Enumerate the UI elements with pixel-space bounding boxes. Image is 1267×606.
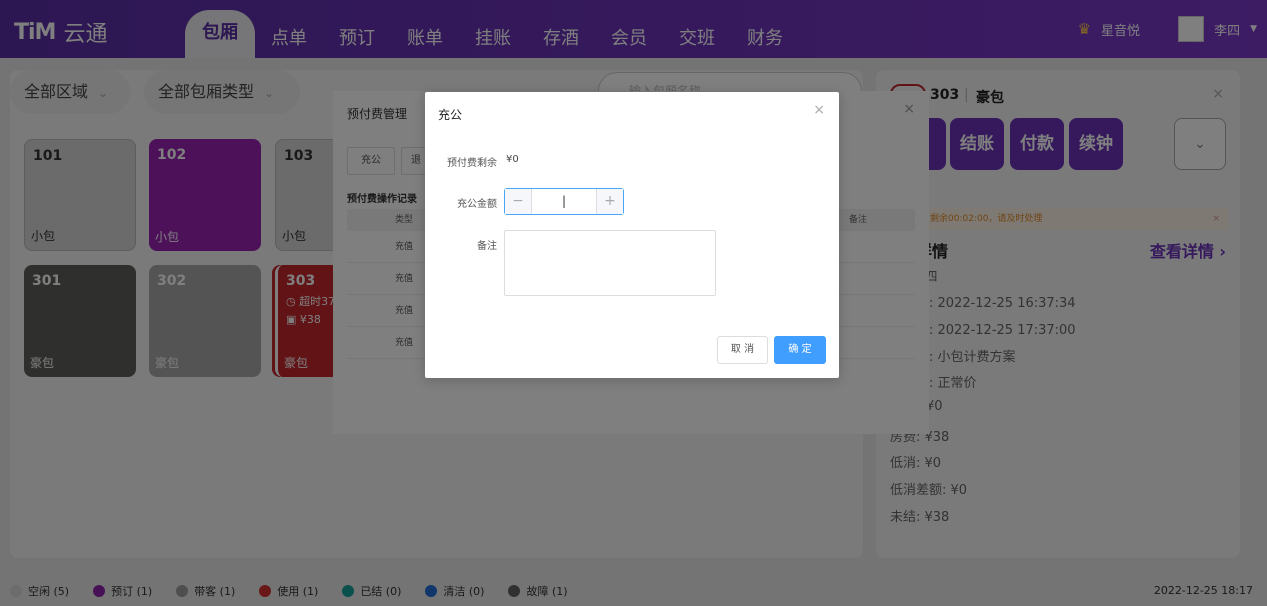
charge-dialog-title: 充公 (438, 108, 463, 122)
note-label: 备注 (477, 241, 497, 252)
close-icon[interactable]: × (813, 102, 825, 118)
amount-stepper: − | + (504, 188, 624, 215)
balance-label: 预付费剩余 (447, 158, 497, 169)
amount-input[interactable]: | (531, 189, 597, 214)
cancel-button[interactable]: 取 消 (717, 336, 768, 364)
confirm-button[interactable]: 确 定 (774, 336, 826, 364)
increment-button[interactable]: + (597, 189, 623, 214)
balance-value: ¥0 (506, 154, 519, 165)
decrement-button[interactable]: − (505, 189, 531, 214)
charge-dialog: 充公 × 预付费剩余 ¥0 充公金额 − | + 备注 取 消 确 定 (425, 92, 839, 378)
note-textarea[interactable] (504, 230, 716, 296)
amount-label: 充公金额 (457, 199, 497, 210)
